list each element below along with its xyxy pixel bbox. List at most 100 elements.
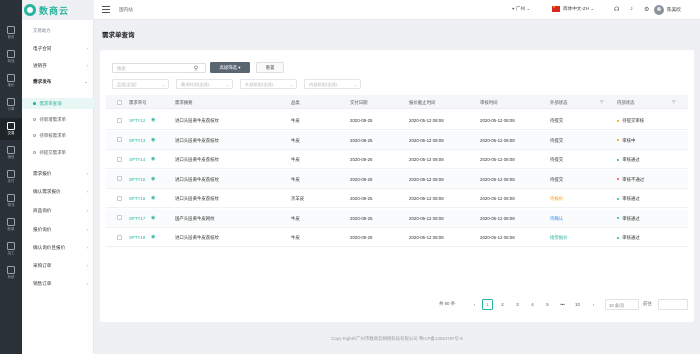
cell-code[interactable]: SPTY12 [129,118,145,123]
cell-code[interactable]: SPTY16 [129,196,145,201]
menu-sub-label: 待提交需求单 [39,149,66,155]
table-row[interactable]: SPTY18 进口头层黄牛皮荔枝纹 牛皮 2020-08-25 2020-05-12 0… [106,228,688,247]
row-checkbox[interactable] [117,137,122,142]
table-row[interactable]: SPTY15 进口头层黄牛皮荔枝纹 牛皮 2020-08-25 2020-05-12 0… [106,169,688,189]
filter-funnel-icon[interactable]: ▽ [600,99,604,105]
cell-delivery: 2020-08-25 [350,215,373,221]
page-button[interactable]: 2 [497,299,508,310]
eye-icon[interactable]: ◉ [151,234,155,240]
page-size-select[interactable]: 10 条/页 [605,299,639,310]
headset-icon[interactable]: ☊ [614,6,619,13]
select-all-checkbox[interactable] [117,99,122,105]
column-header[interactable]: 品类 [291,100,300,106]
menu-item-sales-order[interactable]: 销售订单 › [22,278,94,290]
rail-item[interactable]: 报价 [0,70,22,92]
rail-item[interactable]: 交易 [0,118,22,140]
filter-external-status[interactable]: 外部状态(全部) ⌄ [240,79,297,89]
eye-icon[interactable]: ◉ [151,195,155,201]
menu-item-demand-publish[interactable]: 需求发布 ⌄ [22,76,94,88]
filter-demand-time[interactable]: 需求时间(全部) ⌄ [176,79,233,89]
search-icon[interactable]: ⚲ [190,62,202,74]
row-checkbox[interactable] [117,156,122,162]
eye-icon[interactable]: ◉ [151,176,155,182]
rail-item[interactable]: 商品 [0,46,22,68]
column-header[interactable]: 报价截止时间 [409,100,435,106]
table-row[interactable]: SPTY14 进口头层黄牛皮荔枝纹 牛皮 2020-08-25 2020-05-12 0… [106,150,688,169]
column-header[interactable]: 交付日期 [350,100,368,106]
reset-button[interactable]: 重置 [256,62,284,73]
breadcrumb[interactable]: 国内站 [119,7,133,13]
bullet-icon [33,134,36,137]
rail-item[interactable]: 物流 [0,190,22,212]
chevron-right-icon: › [86,263,89,268]
menu-sub-submit-demand[interactable]: 待提交需求单 [22,147,94,158]
page-button[interactable]: 4 [527,299,538,310]
language-selector[interactable]: 简体中文-ZH ⌄ [552,5,594,12]
menu-item-goods-inquiry[interactable]: 商品询价 › [22,205,94,217]
menu-item-e-contract[interactable]: 电子合同 › [22,43,94,55]
cell-code[interactable]: SPTY15 [129,177,145,182]
eye-icon[interactable]: ◉ [151,156,155,162]
column-header[interactable]: 内部状态 [617,100,635,106]
column-header[interactable]: 审核时间 [480,100,498,106]
row-checkbox[interactable] [117,234,122,240]
row-checkbox[interactable] [117,117,122,123]
column-header[interactable]: 外部状态 [550,100,568,106]
rail-item[interactable]: 支付 [0,166,22,188]
table-row[interactable]: SPTY16 进口头层黄牛皮荔枝纹 羔羊皮 2020-08-25 2020-05-12 … [106,189,688,208]
menu-item-label: 需求发布 [33,79,52,84]
menu-item-confirm-demand-quote[interactable]: 确认需求报价 › [22,186,94,198]
filter-category[interactable]: 品类(全部) ⌄ [112,79,169,89]
column-header[interactable]: 需求单号 [129,100,147,106]
eye-icon[interactable]: ◉ [151,117,155,123]
location-selector[interactable]: ⌖ 广州 ⌄ [512,6,530,12]
page-ellipsis[interactable]: ••• [557,299,568,310]
cell-deadline: 2020-05-12 08:08 [409,118,444,123]
row-checkbox[interactable] [117,195,122,201]
page-button[interactable]: 5 [542,299,553,310]
goto-page-input[interactable] [658,299,688,310]
cell-code[interactable]: SPTY17 [129,216,145,221]
menu-item-demand-quote[interactable]: 需求报价 › [22,168,94,180]
internal-status-label: 待提交审核 [622,118,645,123]
page-button[interactable]: 10 [572,299,583,310]
menu-sub-new-demand[interactable]: 待新增需求单 [22,114,94,125]
eye-icon[interactable]: ◉ [151,215,155,221]
menu-item-quote-inquiry[interactable]: 报价询价 › [22,224,94,236]
menu-item-purchase-order[interactable]: 采购订单 › [22,260,94,272]
page-button[interactable]: 1 [482,299,493,310]
table-row[interactable]: SPTY12 进口头层黄牛皮荔枝纹 牛皮 2020-08-25 2020-05-12 0… [106,111,688,130]
filter-internal-status[interactable]: 内部状态(全部) ⌄ [304,79,361,89]
menu-item-confirm-inquiry[interactable]: 确认询价且报价 › [22,242,94,254]
row-checkbox[interactable] [117,215,122,220]
rail-item[interactable]: 账单 [0,214,22,236]
menu-toggle-icon[interactable] [102,6,110,13]
table-row[interactable]: SPTY17 国产头层黄牛皮网纹 牛皮 2020-08-25 2020-05-12 08… [106,208,688,228]
cell-code[interactable]: SPTY14 [129,157,145,162]
cell-code[interactable]: SPTY13 [129,138,145,143]
next-page-button[interactable]: › [588,299,599,310]
row-checkbox[interactable] [117,176,122,181]
menu-sub-demand-query[interactable]: 需求单查询 [22,98,94,109]
menu-sub-audit-demand[interactable]: 待审核需求单 [22,130,94,141]
user-name[interactable]: 陈美欣 [667,7,681,13]
menu-item-inventory[interactable]: 进销存 › [22,60,94,72]
avatar[interactable] [654,5,664,15]
table-row[interactable]: SPTY13 进口头层黄牛皮荔枝纹 牛皮 2020-08-25 2020-05-12 0… [106,130,688,150]
rail-item[interactable]: 系统 [0,262,22,284]
cell-code[interactable]: SPTY18 [129,235,145,240]
bell-icon[interactable]: ♪ [630,6,633,12]
prev-page-button[interactable]: ‹ [469,299,480,310]
settings-icon[interactable]: ⚙ [644,6,649,13]
filter-funnel-icon[interactable]: ▽ [672,99,676,105]
page-button[interactable]: 3 [512,299,523,310]
rail-item[interactable]: 加工 [0,238,22,260]
rail-item[interactable]: 订单 [0,94,22,116]
brand-logo[interactable]: 数商云 [24,2,92,18]
rail-item[interactable]: 授信 [0,142,22,164]
cell-delivery: 2020-08-25 [350,137,373,143]
eye-icon[interactable]: ◉ [151,137,155,143]
column-header[interactable]: 需求摘要 [175,100,193,106]
rail-item[interactable]: 首页 [0,22,22,44]
advanced-filter-button[interactable]: 高级筛选 ▾ [210,62,250,73]
